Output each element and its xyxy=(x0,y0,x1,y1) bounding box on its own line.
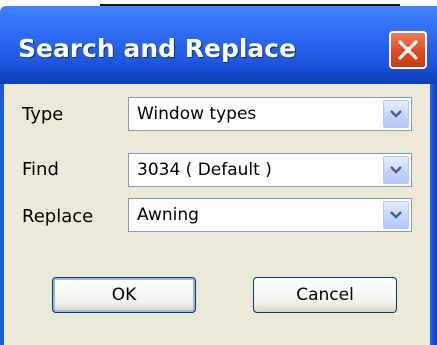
replace-select-value: Awning xyxy=(137,205,199,225)
close-icon xyxy=(398,40,418,60)
find-select-value: 3034 ( Default ) xyxy=(137,160,272,180)
chevron-down-icon xyxy=(390,110,402,118)
type-dropdown-button[interactable] xyxy=(383,100,409,128)
replace-dropdown-button[interactable] xyxy=(383,201,409,229)
cancel-button[interactable]: Cancel xyxy=(253,277,397,313)
close-button[interactable] xyxy=(389,31,427,69)
search-replace-dialog: Search and Replace Type Window types Fin… xyxy=(0,0,437,345)
type-label: Type xyxy=(22,104,64,125)
window-title: Search and Replace xyxy=(18,34,297,63)
type-select-value: Window types xyxy=(137,104,257,124)
find-label: Find xyxy=(22,159,59,180)
chevron-down-icon xyxy=(390,166,402,174)
chevron-down-icon xyxy=(390,211,402,219)
title-bar[interactable]: Search and Replace xyxy=(0,6,437,84)
find-dropdown-button[interactable] xyxy=(383,156,409,184)
right-frame xyxy=(430,84,437,345)
type-select[interactable]: Window types xyxy=(128,97,412,131)
ok-button[interactable]: OK xyxy=(52,277,196,313)
left-frame xyxy=(0,84,4,345)
find-select[interactable]: 3034 ( Default ) xyxy=(128,153,412,187)
replace-label: Replace xyxy=(22,206,94,227)
replace-select[interactable]: Awning xyxy=(128,198,412,232)
